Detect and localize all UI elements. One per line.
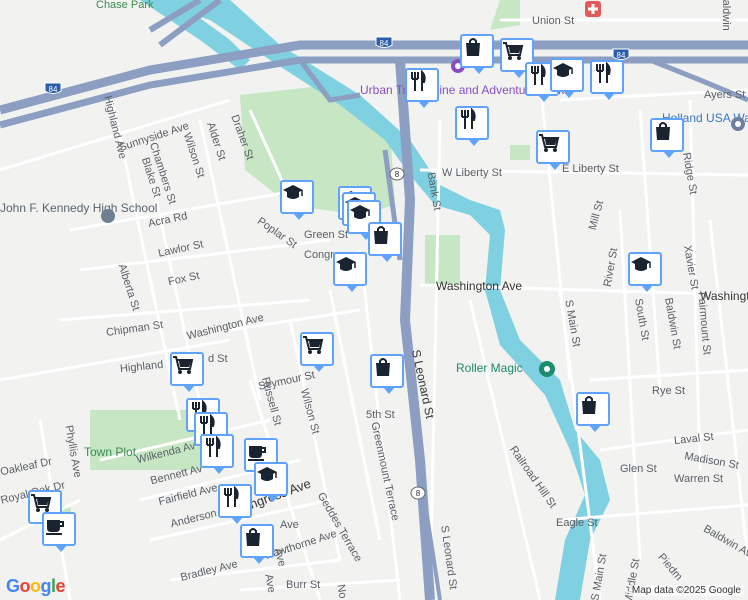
route-8-shield: 8 [389, 167, 405, 181]
street-label: Ayers St [704, 89, 746, 101]
map-marker-shopping-bag[interactable] [370, 354, 404, 394]
place-label-town-plot[interactable]: Town Plot [84, 445, 136, 459]
street-label: Green St [304, 229, 349, 241]
interstate-84-shield: 84 [375, 36, 393, 48]
school-dot-icon[interactable] [100, 208, 116, 224]
map-attribution: Map data ©2025 Google [628, 585, 744, 596]
map-marker-shopping-bag[interactable] [460, 34, 494, 74]
place-label-roller-magic[interactable]: Roller Magic [456, 361, 523, 375]
shield-number: 84 [617, 51, 626, 60]
street-label: Washington Ave [436, 279, 523, 293]
map-marker-coffee[interactable] [42, 512, 76, 552]
street-label: E Liberty St [562, 163, 619, 175]
street-label: d St [208, 353, 228, 365]
street-label: W Liberty St [442, 167, 502, 179]
map-marker-restaurant[interactable] [590, 60, 624, 100]
street-label: Union St [532, 15, 575, 27]
map-marker-shopping-bag[interactable] [240, 524, 274, 564]
map-marker-school[interactable] [628, 252, 662, 292]
street-label: No [334, 583, 349, 600]
park-area [510, 145, 530, 160]
place-label-jfk-high-school[interactable]: John F. Kennedy High School [0, 201, 157, 215]
map-canvas[interactable]: 84 84 84 8 8 Chase Park Union St Baldwin… [0, 0, 748, 600]
street-label: Eagle St [556, 517, 598, 529]
map-marker-shopping-bag[interactable] [368, 222, 402, 262]
map-marker-school[interactable] [333, 252, 367, 292]
street-label: Glen St [620, 463, 657, 475]
map-marker-shopping-bag[interactable] [650, 118, 684, 158]
map-marker-restaurant[interactable] [218, 484, 252, 524]
holland-usa-dot-icon[interactable] [730, 116, 746, 132]
shield-number: 84 [380, 39, 389, 48]
roller-magic-dot-icon[interactable] [538, 360, 556, 378]
shield-number: 84 [49, 85, 58, 94]
street-label: Ave [280, 519, 299, 531]
street-label: Burr St [286, 579, 321, 591]
street-label: Ave [262, 573, 278, 594]
map-marker-school[interactable] [550, 58, 584, 98]
shield-number: 8 [395, 170, 400, 179]
hospital-icon[interactable] [584, 0, 602, 18]
map-marker-restaurant[interactable] [455, 106, 489, 146]
street-label: Baldwin [719, 0, 732, 31]
street-label: Rye St [652, 385, 686, 397]
route-8-shield: 8 [410, 486, 426, 500]
map-marker-cart[interactable] [300, 332, 334, 372]
shield-number: 8 [416, 489, 421, 498]
park-area-chase [490, 0, 520, 30]
map-marker-cart[interactable] [170, 352, 204, 392]
interstate-84-shield: 84 [44, 82, 62, 94]
map-marker-school[interactable] [280, 180, 314, 220]
street-label: Warren St [674, 473, 724, 485]
map-marker-restaurant[interactable] [200, 434, 234, 474]
street-label: Chase Park [96, 0, 154, 11]
map-marker-cart[interactable] [536, 130, 570, 170]
google-logo: Google [6, 576, 66, 596]
map-marker-restaurant[interactable] [405, 68, 439, 108]
map-marker-school[interactable] [254, 462, 288, 502]
park-area [425, 235, 460, 285]
street-label: 5th St [366, 409, 395, 421]
map-marker-shopping-bag[interactable] [576, 392, 610, 432]
